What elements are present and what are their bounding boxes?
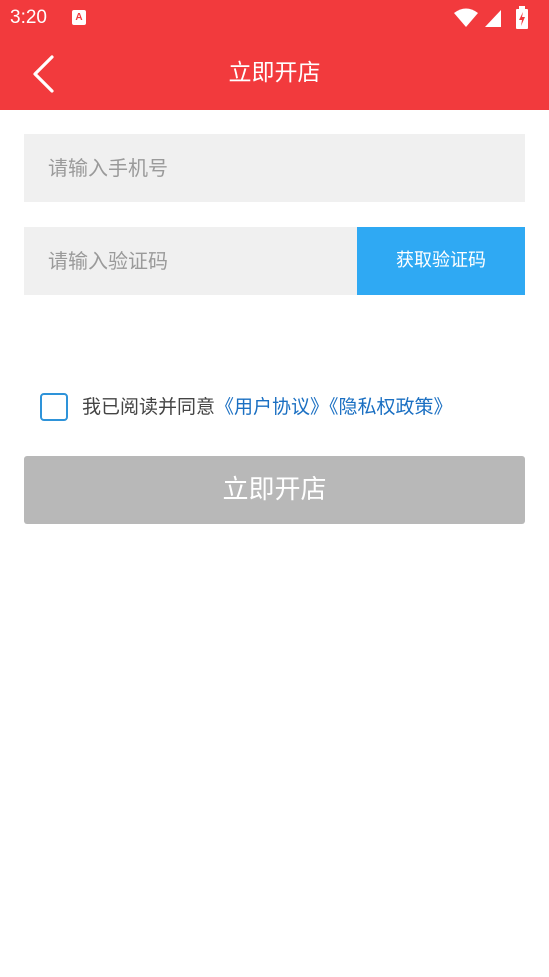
privacy-policy-link[interactable]: 《隐私权政策》 bbox=[329, 396, 453, 418]
title-bar: 立即开店 bbox=[0, 36, 549, 110]
wifi-icon bbox=[454, 8, 478, 27]
get-code-button[interactable]: 获取验证码 bbox=[357, 227, 525, 295]
agreement-text: 我已阅读并同意《用户协议》《隐私权政策》 bbox=[82, 392, 453, 422]
status-icons bbox=[451, 6, 541, 29]
app-notification-icon: A bbox=[72, 10, 86, 25]
agreement-checkbox[interactable] bbox=[40, 393, 68, 421]
verification-code-input[interactable] bbox=[24, 227, 357, 295]
signal-icon bbox=[485, 10, 501, 27]
battery-charging-icon bbox=[516, 6, 528, 29]
open-store-button[interactable]: 立即开店 bbox=[24, 456, 525, 524]
agreement-row: 我已阅读并同意《用户协议》《隐私权政策》 bbox=[40, 392, 520, 422]
status-bar: 3:20 A bbox=[0, 0, 549, 36]
page-title: 立即开店 bbox=[228, 60, 321, 86]
phone-input[interactable] bbox=[24, 134, 525, 202]
status-time: 3:20 bbox=[10, 7, 47, 28]
agreement-prefix: 我已阅读并同意 bbox=[82, 396, 216, 418]
user-agreement-link[interactable]: 《用户协议》 bbox=[215, 396, 329, 418]
